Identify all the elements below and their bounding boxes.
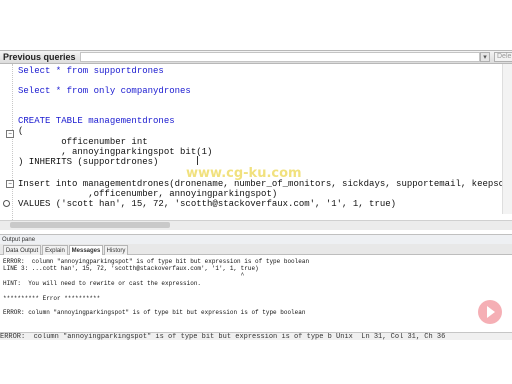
message-line: ERROR: column "annoyingparkingspot" is o… <box>3 309 306 316</box>
fold-collapse-icon[interactable]: − <box>6 130 14 138</box>
tab-explain[interactable]: Explain <box>42 245 68 255</box>
message-line: LINE 3: ...cott han', 15, 72, 'scotth@st… <box>3 265 259 272</box>
message-line: ^ <box>3 272 245 279</box>
sql-editor[interactable]: − − Select * from supportdrones Select *… <box>0 64 512 220</box>
vertical-scrollbar[interactable] <box>502 64 512 214</box>
editor-gutter <box>0 64 13 220</box>
code-line: Select * from only companydrones <box>18 86 191 96</box>
scrollbar-thumb[interactable] <box>10 222 170 228</box>
tab-data-output[interactable]: Data Output <box>3 245 41 255</box>
tab-messages[interactable]: Messages <box>69 245 103 255</box>
previous-queries-label: Previous queries <box>3 52 76 62</box>
message-line: ERROR: column "annoyingparkingspot" is o… <box>3 258 310 265</box>
messages-panel[interactable]: ERROR: column "annoyingparkingspot" is o… <box>0 255 512 332</box>
bottom-area <box>0 340 512 384</box>
code-line: Select * from supportdrones <box>18 66 164 76</box>
tab-history[interactable]: History <box>104 245 128 255</box>
previous-queries-dropdown[interactable] <box>80 52 480 62</box>
code-line: ) INHERITS (supportdrones) <box>18 157 159 167</box>
code-line: officenumber int <box>18 137 148 147</box>
previous-queries-bar: Previous queries ▾ Dele <box>0 50 512 64</box>
delete-button[interactable]: Dele <box>494 52 512 62</box>
output-pane-title: Output pane <box>0 234 512 244</box>
chevron-down-icon[interactable]: ▾ <box>480 52 490 62</box>
code-line: ,officenumber, annoyingparkingspot) <box>18 189 278 199</box>
message-line: HINT: You will need to rewrite or cast t… <box>3 280 202 287</box>
code-line: ( <box>18 126 24 136</box>
message-line: ********** Error ********** <box>3 295 101 302</box>
code-line: CREATE TABLE managementdrones <box>18 116 175 126</box>
watermark: www.cg-ku.com <box>186 166 302 181</box>
play-icon[interactable] <box>478 300 502 324</box>
top-area <box>0 0 512 50</box>
text-cursor <box>197 156 198 165</box>
fold-collapse-icon[interactable]: − <box>6 180 14 188</box>
output-tabs: Data Output Explain Messages History <box>0 244 512 255</box>
horizontal-scrollbar[interactable] <box>0 220 512 230</box>
code-line: VALUES ('scott han', 15, 72, 'scotth@sta… <box>18 199 397 209</box>
code-line: , annoyingparkingspot bit(1) <box>18 147 213 157</box>
current-line-marker-icon <box>3 200 10 207</box>
